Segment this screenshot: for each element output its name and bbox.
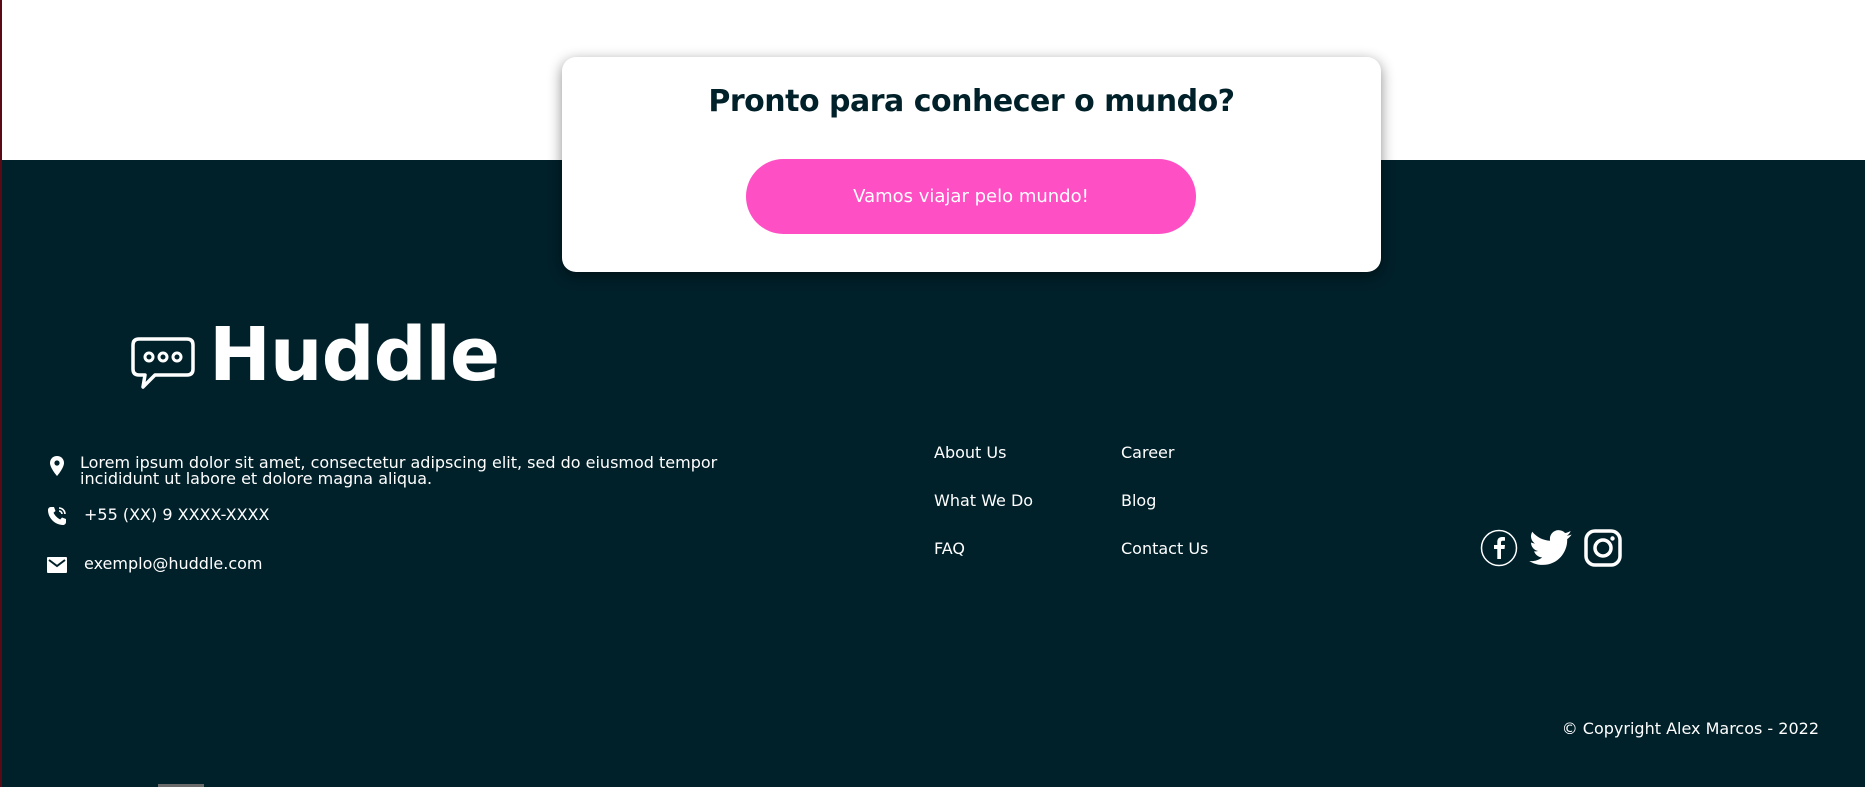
nav-link-what-we-do[interactable]: What We Do <box>934 491 1033 510</box>
phone-link[interactable]: +55 (XX) 9 XXXX-XXXX <box>84 505 269 524</box>
copyright-text: © Copyright Alex Marcos - 2022 <box>1561 719 1819 738</box>
nav-link-about-us[interactable]: About Us <box>934 443 1006 462</box>
nav-link-contact-us[interactable]: Contact Us <box>1121 539 1208 558</box>
nav-link-career[interactable]: Career <box>1121 443 1174 462</box>
chat-bubble-icon <box>129 335 197 398</box>
contact-phone: +55 (XX) 9 XXXX-XXXX <box>46 505 269 527</box>
address-text: Lorem ipsum dolor sit amet, consectetur … <box>80 453 718 488</box>
nav-link-faq[interactable]: FAQ <box>934 539 965 558</box>
twitter-icon[interactable] <box>1529 529 1573 567</box>
cta-title: Pronto para conhecer o mundo? <box>708 84 1235 119</box>
contact-address: Lorem ipsum dolor sit amet, consectetur … <box>46 455 720 487</box>
cta-card: Pronto para conhecer o mundo? Vamos viaj… <box>562 57 1381 272</box>
contact-email: exemplo@huddle.com <box>46 554 263 576</box>
nav-link-blog[interactable]: Blog <box>1121 491 1156 510</box>
cta-button[interactable]: Vamos viajar pelo mundo! <box>746 159 1196 234</box>
phone-icon <box>46 505 68 527</box>
logo-text: Huddle <box>209 312 500 398</box>
mail-icon <box>46 554 68 576</box>
email-link[interactable]: exemplo@huddle.com <box>84 554 263 573</box>
page: { "cta": { "title": "Pronto para conhece… <box>0 0 1865 787</box>
facebook-icon[interactable] <box>1480 529 1518 567</box>
location-pin-icon <box>46 455 68 477</box>
instagram-icon[interactable] <box>1584 529 1622 567</box>
logo[interactable] <box>129 336 197 396</box>
